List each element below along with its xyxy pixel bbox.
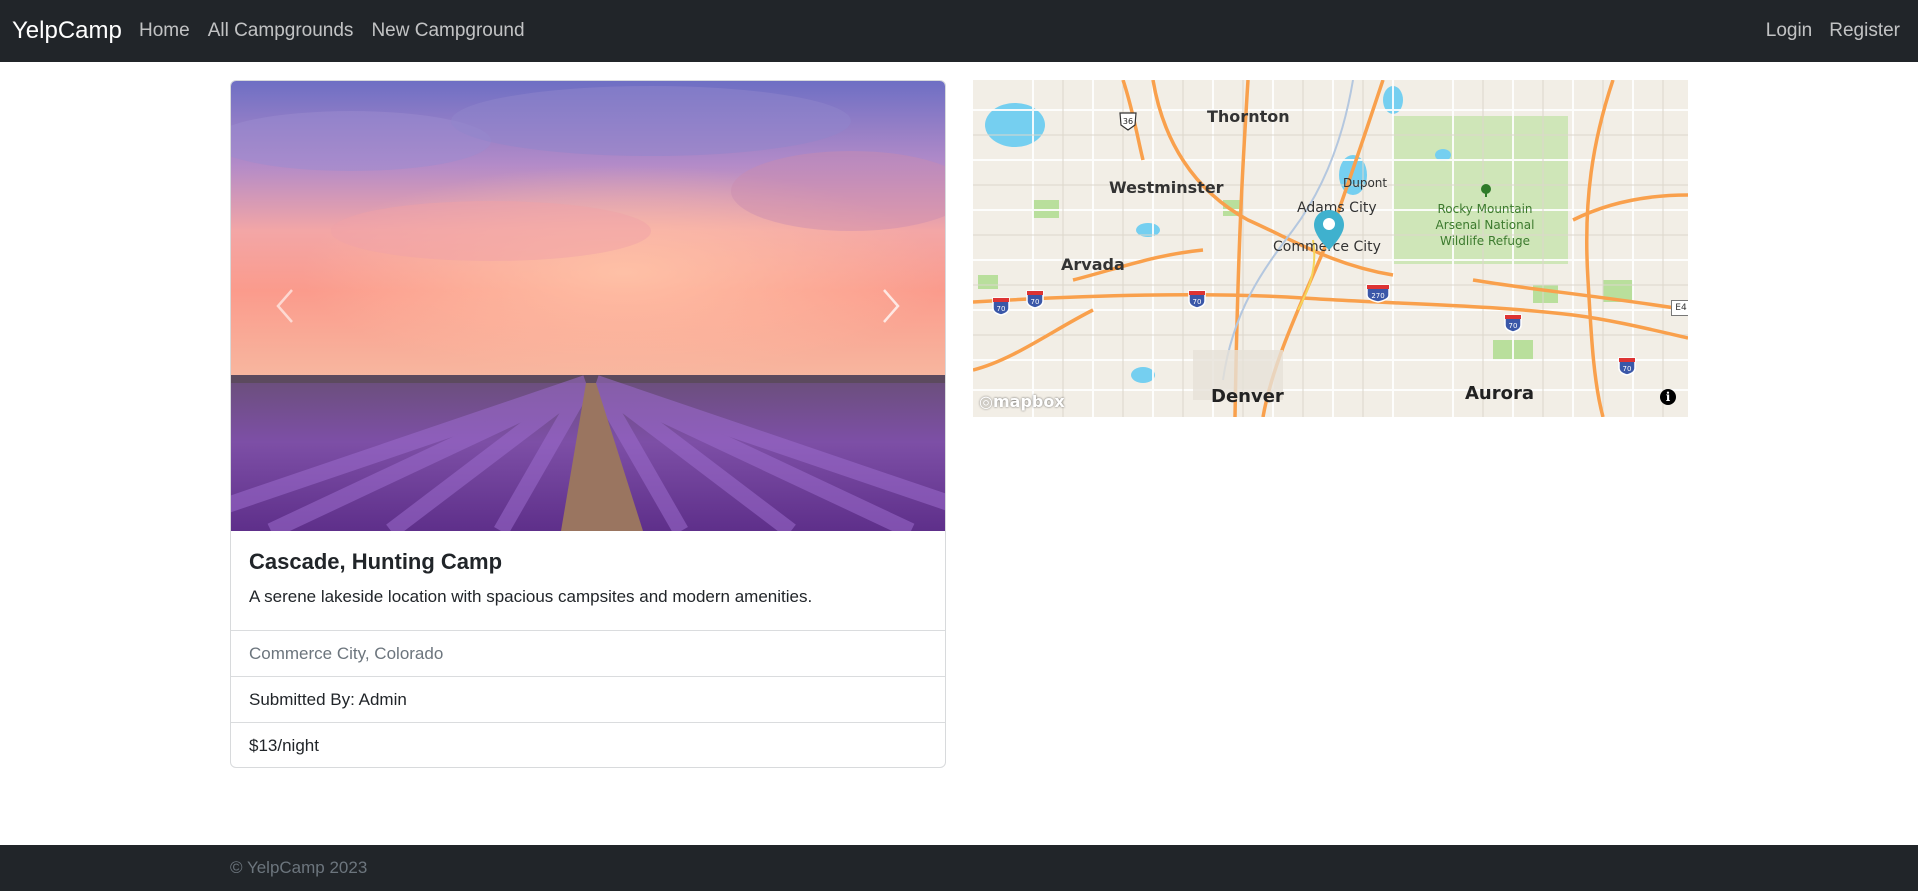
- svg-text:70: 70: [997, 305, 1006, 313]
- city-label-denver: Denver: [1211, 386, 1284, 407]
- mapbox-circle-icon: ◎: [979, 392, 993, 411]
- nav-auth-links: Login Register: [1766, 20, 1900, 42]
- campground-author: Submitted By: Admin: [231, 676, 945, 722]
- e470-shield: E4: [1671, 300, 1688, 316]
- chevron-left-icon: [276, 289, 293, 323]
- attribution-info-icon[interactable]: i: [1660, 389, 1676, 405]
- park-label-line-2: Arsenal National: [1435, 218, 1535, 232]
- svg-text:36: 36: [1123, 117, 1133, 126]
- tree-icon: [1481, 184, 1491, 197]
- i70-shield-4: 70: [1504, 314, 1522, 333]
- i70-shield-5: 70: [1618, 357, 1636, 376]
- city-label-dupont: Dupont: [1343, 176, 1388, 190]
- footer: © YelpCamp 2023: [0, 845, 1918, 891]
- lavender-field-photo: [231, 81, 945, 531]
- chevron-right-icon: [883, 289, 900, 323]
- park-label-line-3: Wildlife Refuge: [1440, 234, 1530, 248]
- svg-text:70: 70: [1031, 298, 1040, 306]
- nav-new-campground-link[interactable]: New Campground: [371, 20, 524, 42]
- carousel-next-button[interactable]: [861, 281, 921, 331]
- mapbox-logo-text: mapbox: [992, 392, 1065, 411]
- campground-location: Commerce City, Colorado: [231, 630, 945, 676]
- city-label-arvada: Arvada: [1061, 255, 1125, 274]
- campground-price: $13/night: [231, 722, 945, 767]
- nav-links: Home All Campgrounds New Campground: [139, 20, 525, 42]
- footer-copyright: © YelpCamp 2023: [230, 858, 368, 877]
- svg-text:70: 70: [1509, 322, 1518, 330]
- carousel-prev-button[interactable]: [255, 281, 315, 331]
- campground-description: A serene lakeside location with spacious…: [249, 587, 813, 606]
- us36-shield: 36: [1119, 112, 1137, 131]
- i70-shield-1: 70: [992, 297, 1010, 316]
- park-label: Rocky Mountain Arsenal National Wildlife…: [1435, 201, 1535, 249]
- image-carousel: [231, 81, 945, 531]
- navbar: YelpCamp Home All Campgrounds New Campgr…: [0, 0, 1918, 62]
- campground-map[interactable]: 70 70 70 270 70 70 36 E4 Thornton Westmi…: [973, 80, 1688, 417]
- city-label-aurora: Aurora: [1465, 383, 1535, 404]
- i70-shield-3: 70: [1188, 290, 1206, 309]
- map-marker-icon[interactable]: [1312, 208, 1346, 252]
- card-body: Cascade, Hunting Camp A serene lakeside …: [231, 531, 945, 630]
- city-label-westminster: Westminster: [1109, 178, 1224, 197]
- svg-text:70: 70: [1193, 298, 1202, 306]
- svg-text:70: 70: [1623, 365, 1632, 373]
- nav-register-link[interactable]: Register: [1829, 20, 1900, 42]
- city-label-thornton: Thornton: [1207, 107, 1290, 126]
- park-label-line-1: Rocky Mountain: [1437, 202, 1533, 216]
- brand-link[interactable]: YelpCamp: [12, 17, 122, 45]
- campground-card: Cascade, Hunting Camp A serene lakeside …: [230, 80, 946, 768]
- i70-shield-2: 70: [1026, 290, 1044, 309]
- nav-all-campgrounds-link[interactable]: All Campgrounds: [208, 20, 354, 42]
- campground-title: Cascade, Hunting Camp: [249, 549, 503, 574]
- nav-home-link[interactable]: Home: [139, 20, 190, 42]
- i270-shield: 270: [1366, 284, 1390, 303]
- mapbox-logo[interactable]: ◎mapbox: [979, 392, 1065, 411]
- svg-text:270: 270: [1371, 292, 1384, 300]
- nav-login-link[interactable]: Login: [1766, 20, 1813, 42]
